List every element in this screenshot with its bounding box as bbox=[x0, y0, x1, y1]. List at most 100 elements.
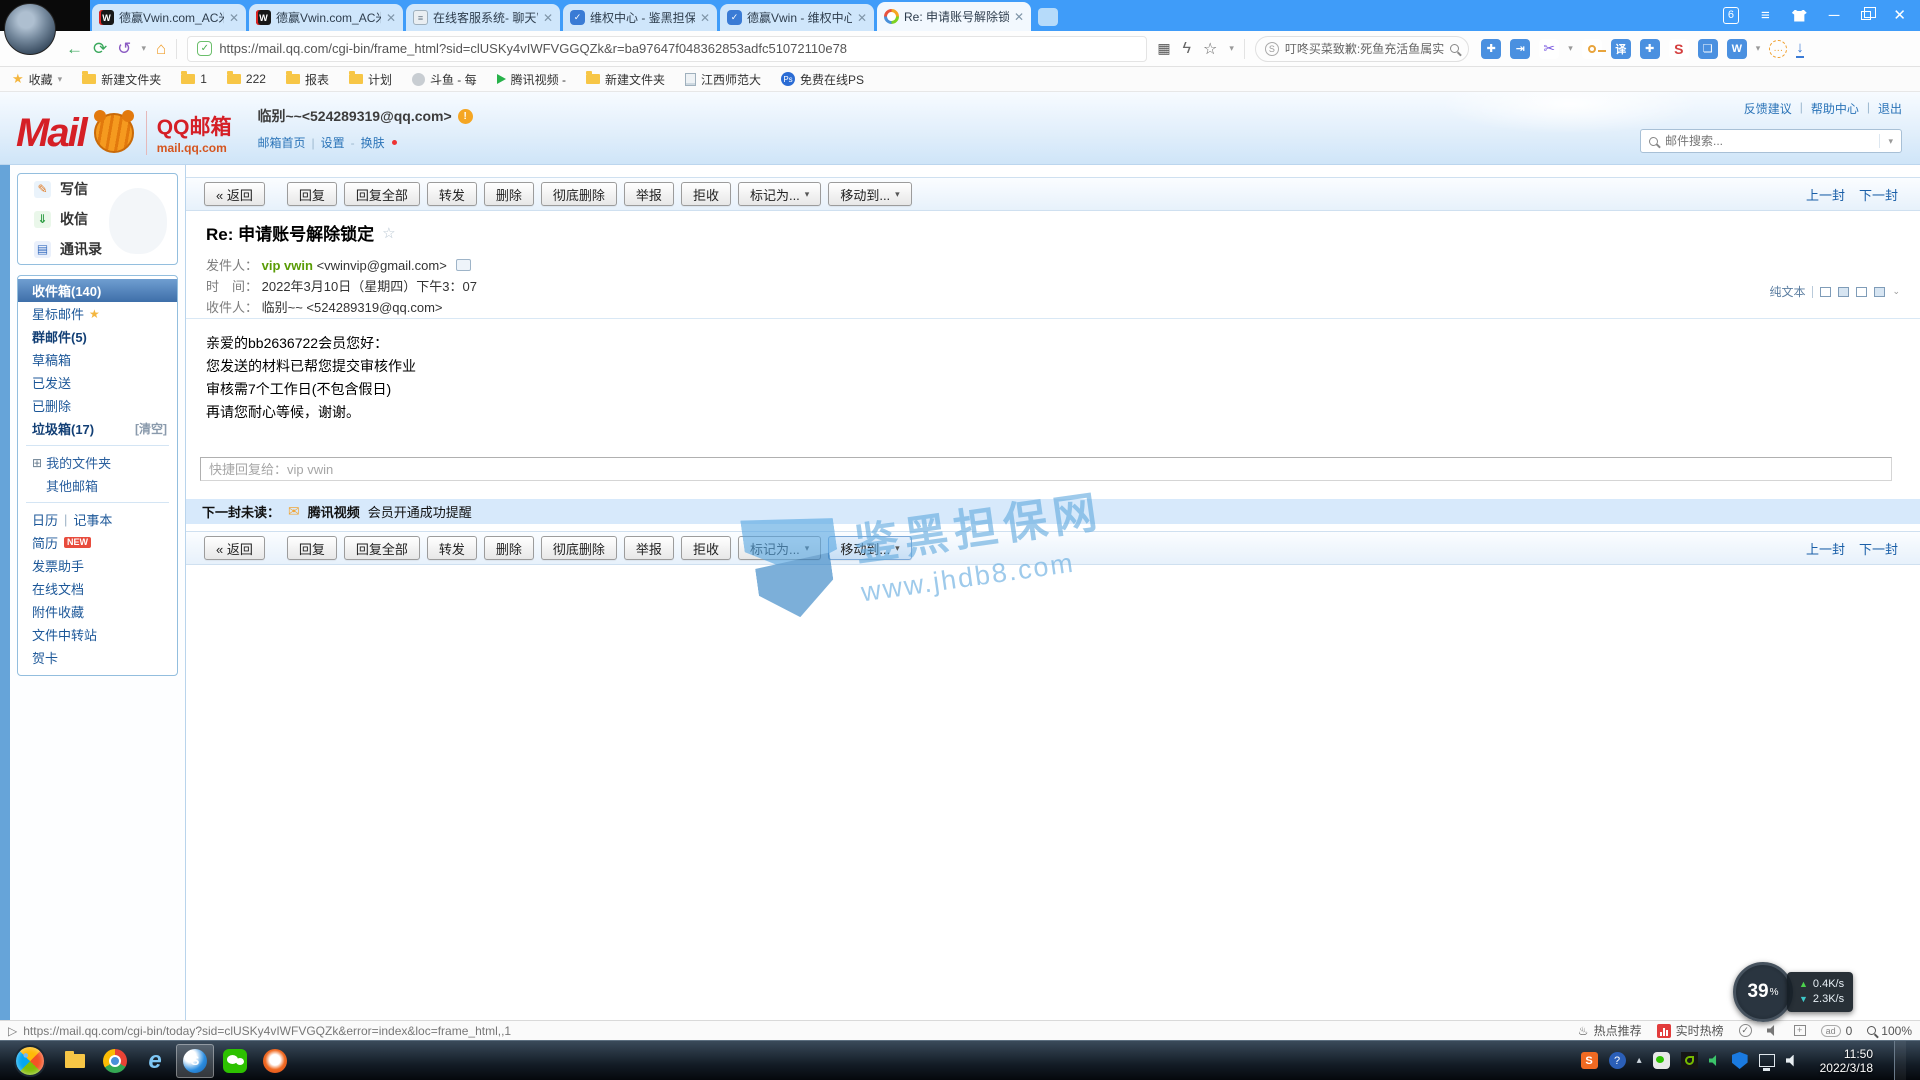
report-button[interactable]: 举报 bbox=[624, 536, 674, 560]
qq-guard-icon[interactable] bbox=[1732, 1052, 1748, 1069]
minimize-button[interactable]: ─ bbox=[1829, 8, 1840, 23]
mail-search-box[interactable]: ▾ bbox=[1640, 129, 1902, 153]
more-extension-icon[interactable]: … bbox=[1769, 40, 1787, 58]
mail-home-link[interactable]: 邮箱首页 bbox=[257, 134, 305, 151]
user-avatar[interactable] bbox=[4, 3, 56, 55]
quick-reply-input[interactable] bbox=[200, 457, 1892, 481]
delete-button[interactable]: 删除 bbox=[484, 182, 534, 206]
sogou-input-icon[interactable]: S bbox=[1581, 1052, 1598, 1069]
tray-expand-icon[interactable]: ▴ bbox=[1637, 1055, 1642, 1066]
layout-icon[interactable] bbox=[1856, 287, 1867, 297]
sender-name[interactable]: vip vwin bbox=[262, 258, 313, 273]
restore-button[interactable] bbox=[1861, 11, 1871, 20]
calendar-link[interactable]: 日历 bbox=[32, 510, 58, 529]
notebook-link[interactable]: 记事本 bbox=[73, 510, 112, 529]
tab-close-icon[interactable]: ✕ bbox=[543, 11, 553, 25]
url-text[interactable]: https://mail.qq.com/cgi-bin/frame_html?s… bbox=[219, 41, 847, 56]
sidebar-item-sent[interactable]: 已发送 bbox=[18, 371, 177, 394]
move-to-dropdown[interactable]: 移动到...▾ bbox=[828, 182, 911, 206]
hot-recommend-button[interactable]: ♨热点推荐 bbox=[1578, 1022, 1642, 1039]
caret-down-icon[interactable]: ▾ bbox=[142, 43, 147, 54]
caret-down-icon[interactable]: ▾ bbox=[1879, 134, 1893, 148]
reject-button[interactable]: 拒收 bbox=[681, 536, 731, 560]
next-unread-subject[interactable]: 会员开通成功提醒 bbox=[368, 502, 472, 521]
address-bar[interactable]: ✓ https://mail.qq.com/cgi-bin/frame_html… bbox=[187, 36, 1147, 62]
pages-extension-icon[interactable]: ❏ bbox=[1698, 39, 1718, 59]
tab-mail-active[interactable]: Re: 申请账号解除锁定 ✕ bbox=[877, 2, 1031, 31]
skin-icon[interactable] bbox=[1792, 10, 1807, 22]
bookmark-douyu[interactable]: 斗鱼 - 每 bbox=[412, 71, 477, 88]
delete-forever-button[interactable]: 彻底删除 bbox=[541, 536, 617, 560]
next-unread-sender[interactable]: 腾讯视频 bbox=[308, 502, 360, 521]
search-icon[interactable] bbox=[1450, 44, 1459, 53]
empty-junk-link[interactable]: [清空] bbox=[135, 420, 167, 437]
sidebar-item-invoice[interactable]: 发票助手 bbox=[18, 554, 177, 577]
bookmark-folder[interactable]: 计划 bbox=[349, 71, 392, 88]
star-outline-icon[interactable]: ☆ bbox=[382, 224, 395, 242]
sidebar-item-calendar-notebook[interactable]: 日历 | 记事本 bbox=[18, 508, 177, 531]
tab-close-icon[interactable]: ✕ bbox=[1014, 10, 1024, 24]
volume-icon[interactable] bbox=[1786, 1055, 1799, 1067]
sidebar-item-starred[interactable]: 星标邮件★ bbox=[18, 302, 177, 325]
sidebar-item-junk[interactable]: 垃圾箱(17)[清空] bbox=[18, 417, 177, 440]
bookmark-star-icon[interactable]: ☆ bbox=[1203, 39, 1217, 59]
green-speaker-icon[interactable] bbox=[1709, 1055, 1721, 1066]
lightning-icon[interactable]: ϟ bbox=[1183, 40, 1191, 58]
bookmark-folder[interactable]: 新建文件夹 bbox=[82, 71, 161, 88]
caret-down-icon[interactable]: ▾ bbox=[1229, 43, 1234, 54]
mark-as-dropdown[interactable]: 标记为...▾ bbox=[738, 182, 821, 206]
qqmail-logo[interactable]: Mail QQ邮箱 mail.qq.com bbox=[0, 92, 231, 164]
delete-forever-button[interactable]: 彻底删除 bbox=[541, 182, 617, 206]
bookmark-jxnu[interactable]: 江西师范大 bbox=[685, 71, 761, 88]
puzzle2-extension-icon[interactable]: ✚ bbox=[1640, 39, 1660, 59]
reply-button[interactable]: 回复 bbox=[287, 536, 337, 560]
menu-icon[interactable]: ≡ bbox=[1761, 8, 1770, 23]
reply-all-button[interactable]: 回复全部 bbox=[344, 182, 420, 206]
settings-link[interactable]: 设置 bbox=[321, 134, 345, 151]
hot-rank-button[interactable]: 实时热榜 bbox=[1657, 1022, 1724, 1039]
download-icon[interactable]: ↓ bbox=[1796, 40, 1804, 58]
puzzle-extension-icon[interactable]: ✚ bbox=[1481, 39, 1501, 59]
undo-icon[interactable]: ↺ bbox=[117, 40, 131, 57]
s-extension-icon[interactable]: S bbox=[1669, 39, 1689, 59]
tab-close-icon[interactable]: ✕ bbox=[229, 11, 239, 25]
sidebar-item-file-transfer[interactable]: 文件中转站 bbox=[18, 623, 177, 646]
sidebar-item-inbox[interactable]: 收件箱(140) bbox=[18, 279, 177, 302]
scissors-extension-icon[interactable]: ✂ bbox=[1539, 39, 1559, 59]
bookmark-tencent-video[interactable]: 腾讯视频 - bbox=[497, 71, 566, 88]
next-unread-bar[interactable]: 下一封未读： ✉ 腾讯视频 会员开通成功提醒 bbox=[186, 499, 1920, 524]
caret-down-icon[interactable]: ▾ bbox=[1756, 43, 1761, 54]
reply-all-button[interactable]: 回复全部 bbox=[344, 536, 420, 560]
tab-chat[interactable]: ≡ 在线客服系统- 聊天窗口 ✕ bbox=[406, 4, 560, 31]
sidebar-item-other-mail[interactable]: 其他邮箱 bbox=[18, 474, 177, 497]
tab-close-icon[interactable]: ✕ bbox=[386, 11, 396, 25]
sidebar-item-deleted[interactable]: 已删除 bbox=[18, 394, 177, 417]
prev-mail-link[interactable]: 上一封 bbox=[1806, 539, 1845, 558]
network-icon[interactable] bbox=[1759, 1054, 1775, 1067]
taskbar-folder[interactable] bbox=[56, 1044, 94, 1078]
warning-icon[interactable]: ! bbox=[458, 109, 473, 124]
sidebar-item-attachments[interactable]: 附件收藏 bbox=[18, 600, 177, 623]
bookmark-folder[interactable]: 1 bbox=[181, 72, 207, 86]
refresh-icon[interactable]: ⟳ bbox=[93, 40, 107, 57]
forward-button[interactable]: 转发 bbox=[427, 536, 477, 560]
word-extension-icon[interactable]: W bbox=[1727, 39, 1747, 59]
caret-down-icon[interactable]: ▾ bbox=[1568, 43, 1573, 54]
network-speed-widget[interactable]: 39% ▲0.4K/s ▼2.3K/s bbox=[1733, 962, 1853, 1022]
sidebar-item-docs[interactable]: 在线文档 bbox=[18, 577, 177, 600]
tab-weiquan-2[interactable]: ✓ 德赢Vwin - 维权中心 - ✕ bbox=[720, 4, 874, 31]
sidebar-item-my-folders[interactable]: ⊞我的文件夹 bbox=[18, 451, 177, 474]
next-mail-link[interactable]: 下一封 bbox=[1859, 539, 1898, 558]
bookmark-folder[interactable]: 222 bbox=[227, 72, 266, 86]
sidebar-item-resume[interactable]: 简历NEW bbox=[18, 531, 177, 554]
help-tray-icon[interactable]: ? bbox=[1609, 1052, 1626, 1069]
browser-search-box[interactable]: S 叮咚买菜致歉:死鱼充活鱼属实 bbox=[1255, 36, 1469, 62]
plain-text-label[interactable]: 纯文本 bbox=[1769, 283, 1805, 300]
feedback-link[interactable]: 反馈建议 bbox=[1744, 100, 1792, 117]
print-icon[interactable] bbox=[1874, 287, 1885, 297]
collapse-icon[interactable]: ⌄ bbox=[1892, 286, 1900, 297]
bookmark-folder[interactable]: 报表 bbox=[286, 71, 329, 88]
close-button[interactable]: ✕ bbox=[1893, 8, 1906, 23]
expand-icon[interactable]: ⊞ bbox=[32, 456, 42, 470]
profile-card-icon[interactable] bbox=[456, 259, 471, 271]
